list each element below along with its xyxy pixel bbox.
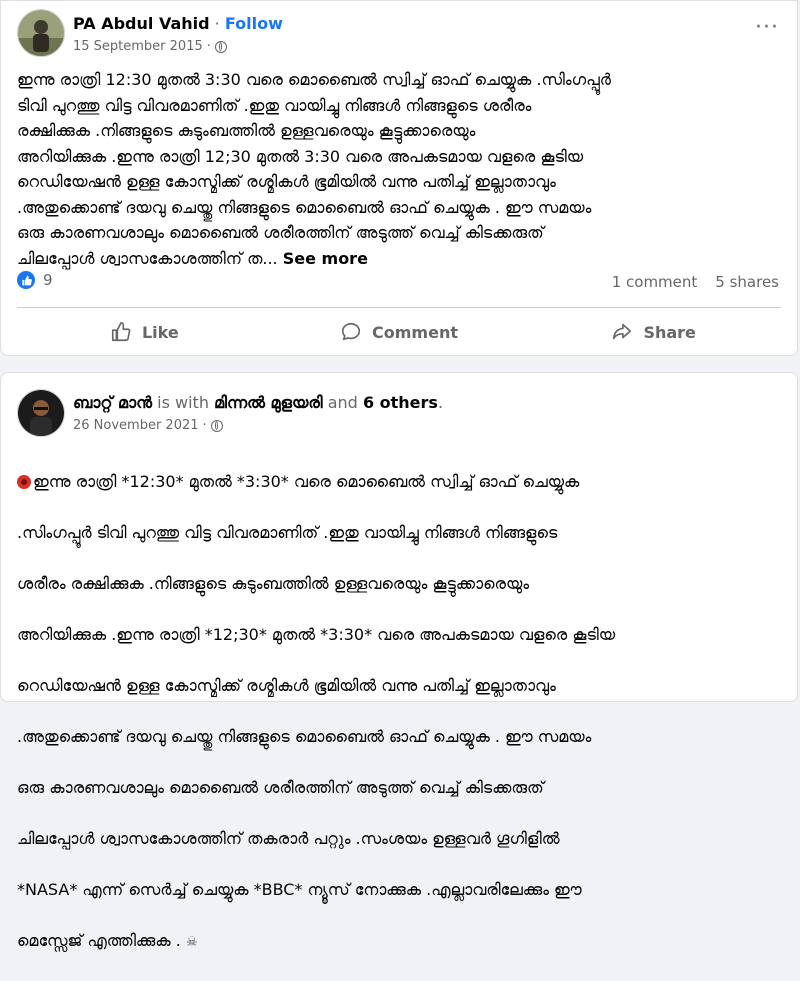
post-line: അറിയിക്കുക .ഇന്നു രാത്രി *12;30* മുതൽ *3…	[17, 624, 616, 644]
post-line: .അതുക്കൊണ്ട് ദയവു ചെയ്തു നിങ്ങളുടെ മൊബൈൽ…	[17, 726, 592, 746]
post-meta: 26 November 2021 ·	[73, 418, 223, 433]
author-line: PA Abdul Vahid · Follow	[73, 14, 283, 33]
comment-label: Comment	[372, 322, 458, 342]
post-text: ഇന്നു രാത്രി *12:30* മുതൽ *3:30* വരെ മൊബ…	[17, 443, 787, 981]
post-text: ഇന്നു രാത്രി 12:30 മുതൽ 3:30 വരെ മൊബൈൽ സ…	[17, 67, 787, 271]
separator-dot: ·	[214, 14, 220, 33]
meta-separator: ·	[202, 418, 207, 433]
comment-count[interactable]: 1 comment	[612, 273, 698, 291]
reaction-count: 9	[43, 271, 53, 289]
tagged-user[interactable]: മിന്നൽ മുളയരി	[214, 393, 323, 412]
post-actions: Like Comment Share	[17, 315, 781, 349]
post-date[interactable]: 26 November 2021	[73, 418, 199, 433]
author-name[interactable]: PA Abdul Vahid	[73, 14, 210, 33]
post-line: ശരീരം രക്ഷിക്കുക .നിങ്ങളുടെ കുടുംബത്തിൽ …	[17, 573, 530, 593]
like-button[interactable]: Like	[17, 315, 272, 349]
post-line: .സിംഗപ്പൂർ ടിവി പുറത്തു വിട്ട വിവരമാണിത്…	[17, 522, 558, 542]
author-name[interactable]: ബാറ്റ് മാൻ	[73, 393, 152, 412]
post-line: റെഡിയേഷൻ ഉള്ള കോസ്മിക്ക് രശ്മികൾ ഭൂമിയിൽ…	[17, 675, 556, 695]
author-line: ബാറ്റ് മാൻ is with മിന്നൽ മുളയരി and 6 o…	[73, 393, 443, 413]
red-circle-emoji-icon	[17, 474, 31, 489]
avatar[interactable]	[17, 389, 65, 437]
follow-button[interactable]: Follow	[225, 14, 283, 33]
divider	[17, 307, 781, 308]
share-count[interactable]: 5 shares	[715, 273, 779, 291]
like-label: Like	[141, 322, 179, 342]
post-meta: 15 September 2015 ·	[73, 39, 227, 54]
comment-icon	[341, 322, 361, 341]
post-line: ചിലപ്പോൾ ശ്വാസകോശത്തിന് തകരാർ പറ്റും .സം…	[17, 828, 560, 848]
like-reaction-icon	[17, 271, 35, 289]
see-more-link[interactable]: See more	[283, 249, 368, 268]
more-options-icon[interactable]: ···	[755, 17, 779, 39]
thumbs-up-icon	[111, 322, 131, 342]
post-card-1: PA Abdul Vahid · Follow 15 September 201…	[0, 0, 798, 356]
post-line: മെസ്സേജ് എത്തിക്കുക . ☠	[17, 930, 198, 950]
globe-icon	[214, 40, 227, 53]
comment-button[interactable]: Comment	[272, 315, 527, 349]
and-text: and	[327, 393, 358, 412]
engagement-counts: 1 comment 5 shares	[612, 273, 779, 291]
share-button[interactable]: Share	[526, 315, 781, 349]
period: .	[437, 393, 444, 412]
post-line: *NASA* എന്ന് സെർച്ച് ചെയ്യുക *BBC* ന്യൂസ…	[17, 879, 582, 899]
is-with-text: is with	[157, 393, 209, 412]
meta-separator: ·	[206, 39, 211, 54]
share-icon	[613, 323, 632, 340]
globe-icon	[210, 419, 223, 432]
post-line: ഒരു കാരണവശാലും മൊബൈൽ ശരീരത്തിന് അടുത്ത് …	[17, 777, 544, 797]
share-label: Share	[643, 322, 696, 342]
post-line: ഇന്നു രാത്രി *12:30* മുതൽ *3:30* വരെ മൊബ…	[17, 469, 787, 495]
avatar[interactable]	[17, 9, 65, 57]
reactions-summary[interactable]: 9	[17, 271, 53, 289]
post-date[interactable]: 15 September 2015	[73, 39, 203, 54]
post-body: ഇന്നു രാത്രി 12:30 മുതൽ 3:30 വരെ മൊബൈൽ സ…	[17, 70, 611, 268]
others-link[interactable]: 6 others	[363, 393, 438, 412]
skull-icon: ☠	[185, 934, 198, 950]
post-card-2: ബാറ്റ് മാൻ is with മിന്നൽ മുളയരി and 6 o…	[0, 372, 798, 950]
